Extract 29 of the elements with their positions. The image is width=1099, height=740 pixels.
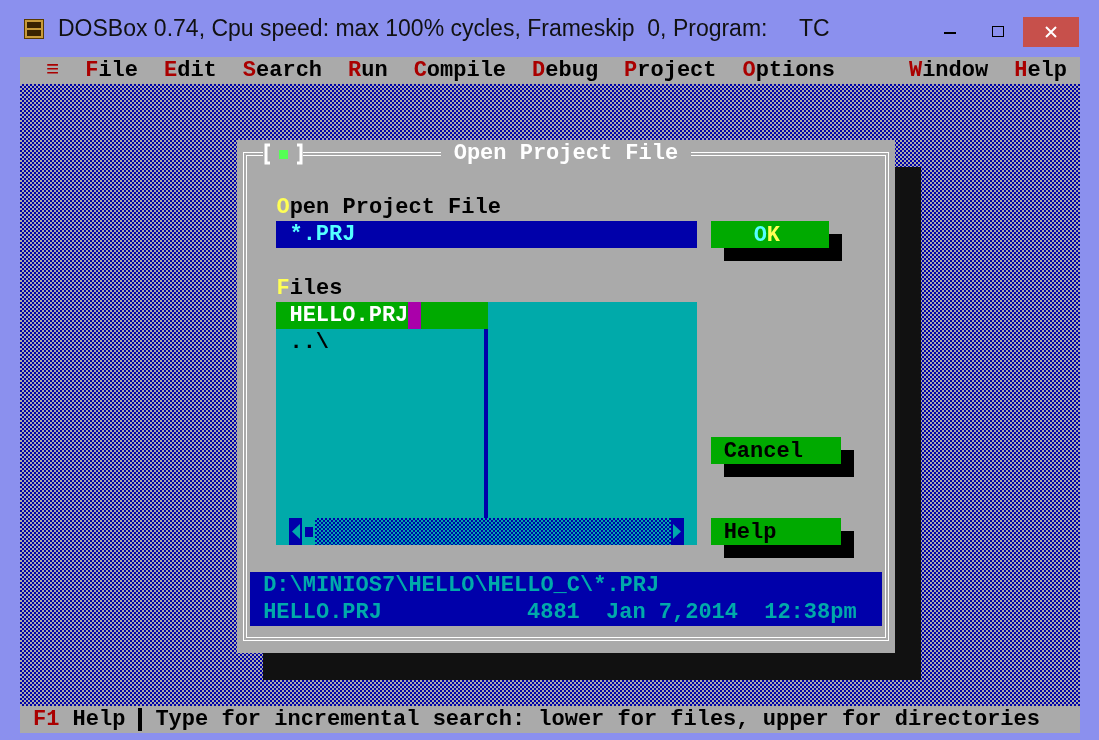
status-message: Type for incremental search: lower for files, upper for directories	[155, 706, 1040, 733]
menu-item[interactable]: Run	[348, 57, 388, 84]
file-path: D:\MINIOS7\HELLO\HELLO_C\*.PRJ	[263, 572, 661, 599]
menu-item[interactable]: Help	[1014, 57, 1067, 84]
filename-field[interactable]: *.PRJ	[276, 221, 698, 248]
menu-item[interactable]: File	[85, 57, 138, 84]
file-name: HELLO.PRJ	[263, 599, 383, 626]
close-icon	[1044, 24, 1058, 39]
file-list-item[interactable]: ..\	[276, 329, 488, 356]
file-size: 4881	[527, 599, 581, 626]
file-time: 12:38pm	[764, 599, 857, 626]
app-logo-icon	[24, 18, 44, 39]
menu-item[interactable]: Edit	[164, 57, 217, 84]
field-label: Open Project File	[276, 194, 502, 221]
dialog-title: Open Project File	[440, 140, 692, 167]
menu-item[interactable]: Search	[242, 57, 323, 84]
files-label: Files	[276, 275, 344, 302]
scroll-left-icon[interactable]	[289, 518, 303, 545]
menu-item[interactable]: Project	[624, 57, 717, 84]
close-button[interactable]	[1023, 16, 1079, 47]
menu-item[interactable]: Compile	[413, 57, 507, 84]
menu-item[interactable]: Debug	[532, 57, 599, 84]
maximize-icon[interactable]	[991, 24, 1005, 39]
file-date: Jan 7,2014	[606, 599, 739, 626]
scroll-right-icon[interactable]	[671, 518, 685, 545]
window-title: DOSBox 0.74, Cpu speed: max 100% cycles, Frameskip 0, Program: TC	[58, 15, 830, 42]
menu-item[interactable]: Options	[742, 57, 835, 84]
key-label: Help	[71, 706, 126, 733]
menu-item[interactable]: Window	[908, 57, 989, 84]
